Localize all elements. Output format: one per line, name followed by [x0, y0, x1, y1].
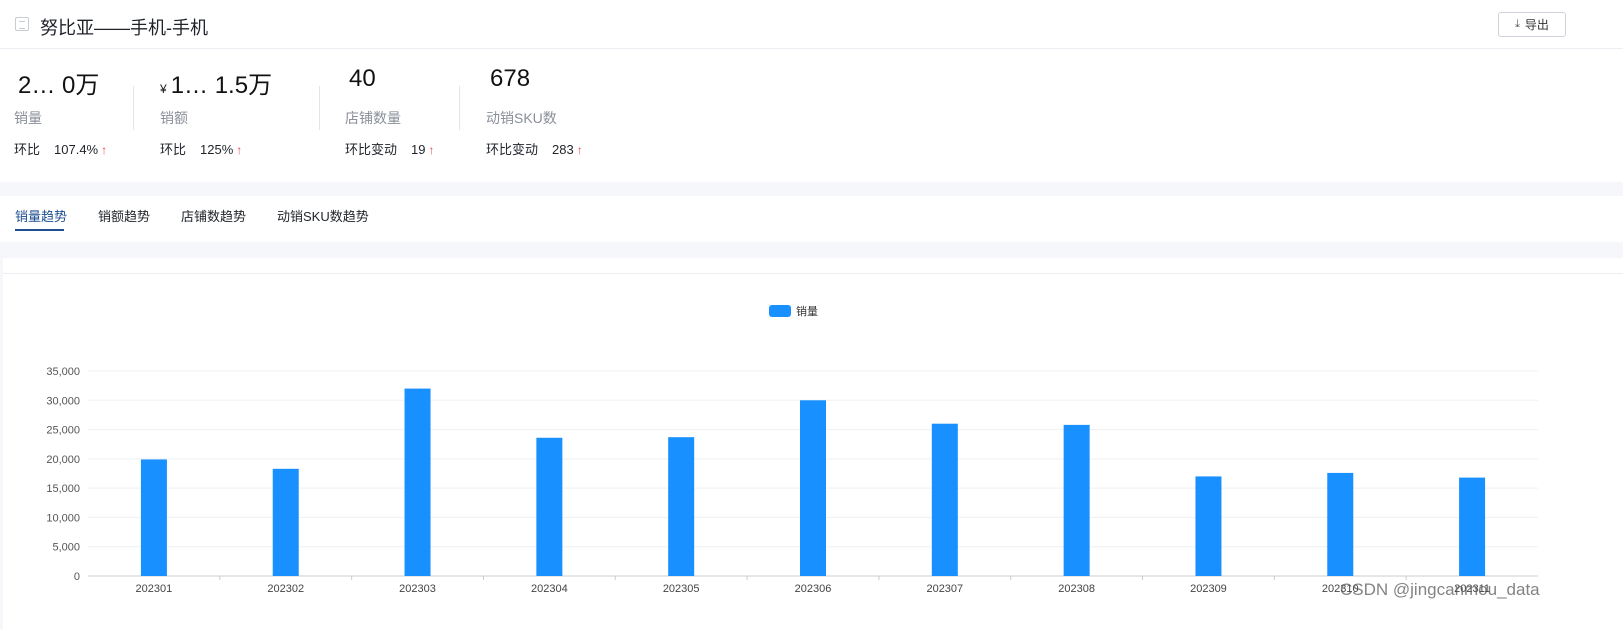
arrow-up-icon: ↑	[576, 143, 583, 157]
stat-label: 动销SKU数	[486, 110, 557, 126]
y-tick-label: 30,000	[46, 395, 80, 407]
y-tick-label: 5,000	[52, 542, 80, 554]
x-tick-label: 202305	[663, 583, 700, 595]
bar-202311	[1459, 477, 1486, 576]
bar-202305	[668, 437, 695, 576]
bar-202306	[800, 400, 826, 576]
tab-store-count-trend[interactable]: 店铺数趋势	[181, 206, 246, 225]
stat-value: ¥1… 1.5万	[160, 72, 273, 99]
active-tab-indicator	[15, 229, 64, 231]
bar-202308	[1063, 424, 1090, 576]
x-tick-label: 202306	[795, 583, 832, 595]
x-tick-label: 202308	[1058, 583, 1095, 595]
stat-change: 环比变动 19 ↑	[345, 142, 435, 157]
tab-sales-volume-trend[interactable]: 销量趋势	[15, 206, 67, 225]
tab-sku-count-trend[interactable]: 动销SKU数趋势	[277, 206, 369, 225]
x-tick-label: 202301	[136, 583, 173, 595]
y-tick-label: 20,000	[46, 454, 80, 466]
trend-tabs: 销量趋势 销额趋势 店铺数趋势 动销SKU数趋势	[0, 196, 1623, 242]
divider	[319, 86, 320, 130]
export-button[interactable]: ⤓ 导出	[1498, 12, 1566, 37]
x-tick-label: 202307	[926, 583, 963, 595]
bar-202302	[272, 468, 299, 576]
y-tick-label: 35,000	[46, 366, 80, 378]
export-label: 导出	[1524, 18, 1549, 32]
y-tick-label: 15,000	[46, 483, 80, 495]
y-tick-label: 10,000	[46, 512, 80, 524]
stat-label: 销量	[14, 110, 42, 126]
image-icon	[15, 17, 29, 31]
arrow-up-icon: ↑	[236, 143, 243, 157]
x-tick-label: 202304	[531, 583, 568, 595]
y-tick-label: 0	[74, 571, 80, 583]
page-title: 努比亚——手机-手机	[40, 18, 208, 38]
download-icon: ⤓	[1515, 18, 1520, 30]
x-tick-label: 202303	[399, 583, 436, 595]
stat-value: 40	[349, 65, 376, 92]
page-header: 努比亚——手机-手机 ⤓ 导出	[0, 0, 1623, 49]
bar-202303	[404, 388, 431, 576]
bar-202310	[1327, 472, 1354, 576]
stat-value: 2… 0万	[18, 72, 100, 99]
divider	[459, 86, 460, 130]
arrow-up-icon: ↑	[101, 143, 108, 157]
chart-card: 销量 0 5,000 10,000 15,000 20,000 25,000 30,000 3…	[3, 258, 1623, 630]
stat-label: 销额	[160, 110, 188, 126]
stat-change: 环比变动 283 ↑	[486, 142, 583, 157]
bar-202304	[536, 437, 563, 576]
stat-change: 环比 107.4% ↑	[14, 142, 108, 157]
x-tick-label: 202309	[1190, 583, 1227, 595]
watermark: CSDN @jingcanmou_data	[1340, 580, 1540, 599]
bar-chart: 0 5,000 10,000 15,000 20,000 25,000 30,000 35,0…	[46, 366, 1538, 595]
bar-202309	[1195, 476, 1222, 576]
stat-label: 店铺数量	[345, 110, 401, 126]
tab-sales-amount-trend[interactable]: 销额趋势	[98, 206, 150, 225]
bar-202301	[140, 459, 167, 576]
stat-value: 678	[490, 65, 531, 92]
stat-change: 环比 125% ↑	[160, 142, 243, 157]
divider	[133, 86, 134, 130]
bar-202307	[931, 423, 958, 576]
y-tick-label: 25,000	[46, 425, 80, 437]
arrow-up-icon: ↑	[428, 143, 435, 157]
stats-panel: 2… 0万 销量 环比 107.4% ↑ ¥1… 1.5万 销额 环比 125% ↑ 4…	[0, 49, 1623, 182]
x-tick-label: 202302	[267, 583, 304, 595]
